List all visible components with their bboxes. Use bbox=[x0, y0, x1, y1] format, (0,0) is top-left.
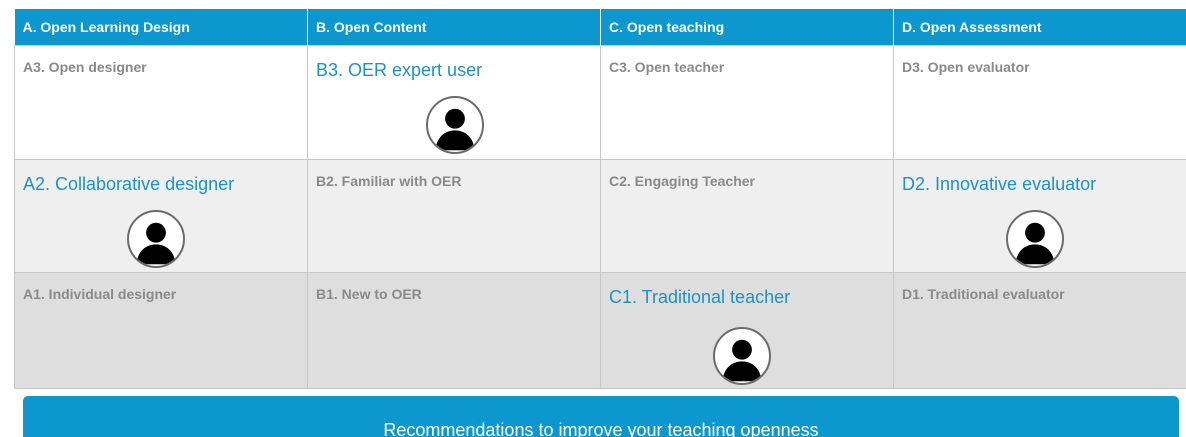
openness-matrix-page: A. Open Learning Design B. Open Content … bbox=[0, 0, 1186, 437]
user-silhouette-icon bbox=[1006, 209, 1064, 268]
level-label: B1. New to OER bbox=[316, 285, 422, 302]
cell-a2: A2. Collaborative designer bbox=[14, 158, 308, 273]
cell-d1: D1. Traditional evaluator bbox=[893, 271, 1186, 389]
user-silhouette-icon bbox=[127, 209, 185, 268]
level-label: C2. Engaging Teacher bbox=[609, 172, 755, 189]
column-header-open-teaching: C. Open teaching bbox=[600, 9, 894, 45]
level-label: B2. Familiar with OER bbox=[316, 172, 462, 189]
level-label: C3. Open teacher bbox=[609, 58, 725, 75]
cell-b3: B3. OER expert user bbox=[307, 44, 601, 160]
level-label-selected: D2. Innovative evaluator bbox=[902, 173, 1097, 194]
level-label: A3. Open designer bbox=[23, 58, 147, 75]
cell-b1: B1. New to OER bbox=[307, 271, 601, 389]
matrix-row-level-3: A3. Open designer B3. OER expert user C3… bbox=[14, 44, 1186, 160]
level-label-selected: A2. Collaborative designer bbox=[23, 173, 235, 194]
matrix-row-level-1: A1. Individual designer B1. New to OER C… bbox=[14, 271, 1186, 389]
matrix-row-level-2: A2. Collaborative designer B2. Familiar … bbox=[14, 158, 1186, 273]
level-label: D3. Open evaluator bbox=[902, 58, 1030, 75]
level-label: D1. Traditional evaluator bbox=[902, 285, 1065, 302]
level-label: A1. Individual designer bbox=[23, 285, 177, 302]
column-header-open-assessment: D. Open Assessment bbox=[893, 9, 1186, 45]
column-header-open-learning-design: A. Open Learning Design bbox=[14, 9, 308, 45]
level-label-selected: B3. OER expert user bbox=[316, 59, 483, 80]
openness-matrix: A. Open Learning Design B. Open Content … bbox=[14, 9, 1186, 389]
cell-c2: C2. Engaging Teacher bbox=[600, 158, 894, 273]
cell-c1: C1. Traditional teacher bbox=[600, 271, 894, 389]
matrix-header-row: A. Open Learning Design B. Open Content … bbox=[14, 9, 1186, 45]
level-label-selected: C1. Traditional teacher bbox=[609, 286, 791, 307]
cell-c3: C3. Open teacher bbox=[600, 44, 894, 160]
cell-b2: B2. Familiar with OER bbox=[307, 158, 601, 273]
cell-a3: A3. Open designer bbox=[14, 44, 308, 160]
cell-d2: D2. Innovative evaluator bbox=[893, 158, 1186, 273]
cell-a1: A1. Individual designer bbox=[14, 271, 308, 389]
column-header-open-content: B. Open Content bbox=[307, 9, 601, 45]
cell-d3: D3. Open evaluator bbox=[893, 44, 1186, 160]
user-silhouette-icon bbox=[713, 326, 771, 385]
user-silhouette-icon bbox=[426, 95, 484, 154]
recommendations-button[interactable]: Recommendations to improve your teaching… bbox=[23, 396, 1179, 437]
